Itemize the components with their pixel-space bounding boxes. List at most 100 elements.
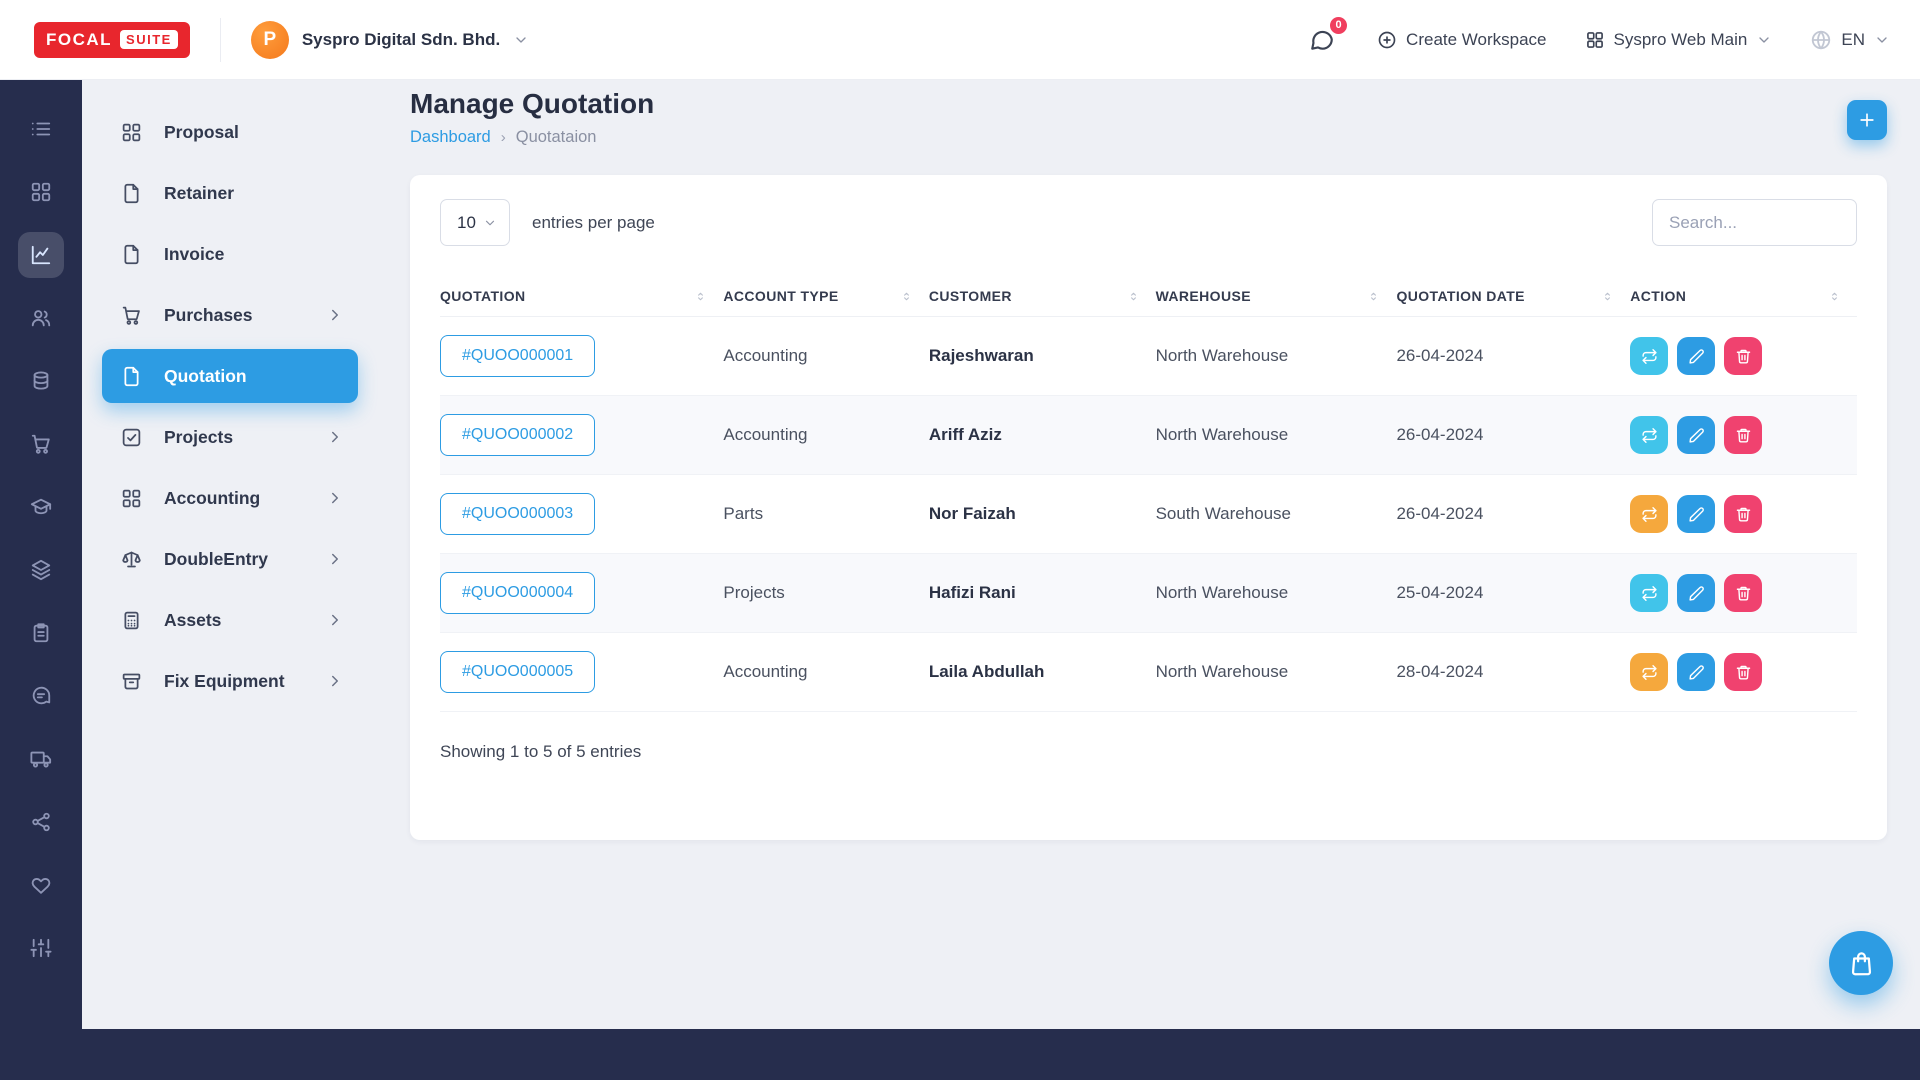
sliders-icon (30, 937, 52, 959)
edit-button[interactable] (1677, 495, 1715, 533)
rail-item-graduation-cap[interactable] (18, 484, 64, 530)
quotation-link[interactable]: #QUOO000002 (440, 414, 595, 456)
convert-icon (1641, 664, 1658, 681)
file-icon (120, 243, 142, 265)
quotation-link[interactable]: #QUOO000004 (440, 572, 595, 614)
chevron-right-icon (326, 306, 344, 324)
language-selector[interactable]: EN (1810, 29, 1890, 51)
warehouse-cell: North Warehouse (1156, 633, 1397, 712)
column-header-warehouse[interactable]: WAREHOUSE (1156, 276, 1397, 317)
edit-button[interactable] (1677, 574, 1715, 612)
search-input[interactable] (1652, 199, 1857, 246)
breadcrumb-dashboard-link[interactable]: Dashboard (410, 128, 491, 147)
quotation-link[interactable]: #QUOO000001 (440, 335, 595, 377)
company-workspace-selector[interactable]: P Syspro Digital Sdn. Bhd. (251, 21, 529, 59)
sidebar-item-fix-equipment[interactable]: Fix Equipment (102, 654, 358, 708)
column-header-quotation-date[interactable]: QUOTATION DATE (1396, 276, 1630, 317)
rail-item-share-nodes[interactable] (18, 799, 64, 845)
table-controls: 10 entries per page (440, 199, 1857, 246)
plus-circle-icon (1377, 30, 1397, 50)
workspace-switcher[interactable]: Syspro Web Main (1585, 30, 1773, 50)
sidebar-item-label: Proposal (164, 122, 344, 143)
language-label: EN (1841, 30, 1865, 50)
plus-icon (1857, 110, 1877, 130)
column-header-customer[interactable]: CUSTOMER (929, 276, 1156, 317)
sidebar-item-label: Invoice (164, 244, 344, 265)
convert-button[interactable] (1630, 416, 1668, 454)
rail-item-clipboard-list[interactable] (18, 610, 64, 656)
edit-icon (1688, 506, 1705, 523)
sidebar-item-proposal[interactable]: Proposal (102, 105, 358, 159)
sidebar-item-doubleentry[interactable]: DoubleEntry (102, 532, 358, 586)
edit-icon (1688, 427, 1705, 444)
chevron-right-icon (326, 550, 344, 568)
chevron-down-icon (1756, 32, 1772, 48)
quotation-link[interactable]: #QUOO000005 (440, 651, 595, 693)
column-label: QUOTATION (440, 288, 526, 304)
header-divider (220, 18, 221, 62)
icon-rail (0, 80, 82, 1029)
convert-button[interactable] (1630, 653, 1668, 691)
chevron-right-icon (326, 672, 344, 690)
sidebar-item-invoice[interactable]: Invoice (102, 227, 358, 281)
sidebar-item-accounting[interactable]: Accounting (102, 471, 358, 525)
edit-button[interactable] (1677, 337, 1715, 375)
sidebar-item-retainer[interactable]: Retainer (102, 166, 358, 220)
main-content: Manage Quotation Dashboard › Quotataion … (374, 80, 1920, 1029)
rail-item-layers[interactable] (18, 547, 64, 593)
column-header-account-type[interactable]: ACCOUNT TYPE (723, 276, 928, 317)
delete-button[interactable] (1724, 495, 1762, 533)
trash-icon (1735, 427, 1752, 444)
delete-button[interactable] (1724, 653, 1762, 691)
convert-icon (1641, 427, 1658, 444)
cart-fab-button[interactable] (1829, 931, 1893, 995)
delete-button[interactable] (1724, 416, 1762, 454)
add-quotation-button[interactable] (1847, 100, 1887, 140)
rail-item-truck[interactable] (18, 736, 64, 782)
breadcrumb-separator: › (501, 129, 506, 146)
rail-item-cart[interactable] (18, 421, 64, 467)
sidebar-item-quotation[interactable]: Quotation (102, 349, 358, 403)
column-header-action[interactable]: ACTION (1630, 276, 1857, 317)
table-row: #QUOO000002AccountingAriff AzizNorth War… (440, 396, 1857, 475)
convert-button[interactable] (1630, 337, 1668, 375)
rail-item-indent-list[interactable] (18, 106, 64, 152)
quotation-link[interactable]: #QUOO000003 (440, 493, 595, 535)
sidebar-item-label: Retainer (164, 183, 344, 204)
sidebar-item-purchases[interactable]: Purchases (102, 288, 358, 342)
rail-item-chat[interactable] (18, 673, 64, 719)
header-actions: 0 Create Workspace Syspro Web Main EN (1305, 23, 1890, 57)
rail-item-sliders[interactable] (18, 925, 64, 971)
rail-item-heart[interactable] (18, 862, 64, 908)
shopping-bag-icon (1848, 950, 1875, 977)
sidebar-item-label: DoubleEntry (164, 549, 326, 570)
edit-button[interactable] (1677, 416, 1715, 454)
workspace-switcher-label: Syspro Web Main (1614, 30, 1748, 50)
trash-icon (1735, 348, 1752, 365)
sidebar-item-assets[interactable]: Assets (102, 593, 358, 647)
edit-button[interactable] (1677, 653, 1715, 691)
scale-icon (120, 548, 142, 570)
calculator-icon (120, 609, 142, 631)
convert-button[interactable] (1630, 495, 1668, 533)
rail-item-chart-line[interactable] (18, 232, 64, 278)
rail-item-users[interactable] (18, 295, 64, 341)
entries-per-page-select[interactable]: 10 (440, 199, 510, 246)
create-workspace-button[interactable]: Create Workspace (1377, 30, 1546, 50)
rail-item-dashboard-grid[interactable] (18, 169, 64, 215)
sort-icon (1367, 290, 1380, 303)
chevron-down-icon (483, 216, 497, 230)
app-logo[interactable]: FOCAL SUITE (34, 22, 190, 58)
convert-button[interactable] (1630, 574, 1668, 612)
delete-button[interactable] (1724, 574, 1762, 612)
chevron-down-icon (1874, 32, 1890, 48)
indent-list-icon (30, 118, 52, 140)
rail-item-coins[interactable] (18, 358, 64, 404)
delete-button[interactable] (1724, 337, 1762, 375)
column-header-quotation[interactable]: QUOTATION (440, 276, 723, 317)
sidebar-item-label: Accounting (164, 488, 326, 509)
sidebar-item-projects[interactable]: Projects (102, 410, 358, 464)
dashboard-grid-icon (30, 181, 52, 203)
column-label: WAREHOUSE (1156, 288, 1251, 304)
messages-button[interactable]: 0 (1305, 23, 1339, 57)
